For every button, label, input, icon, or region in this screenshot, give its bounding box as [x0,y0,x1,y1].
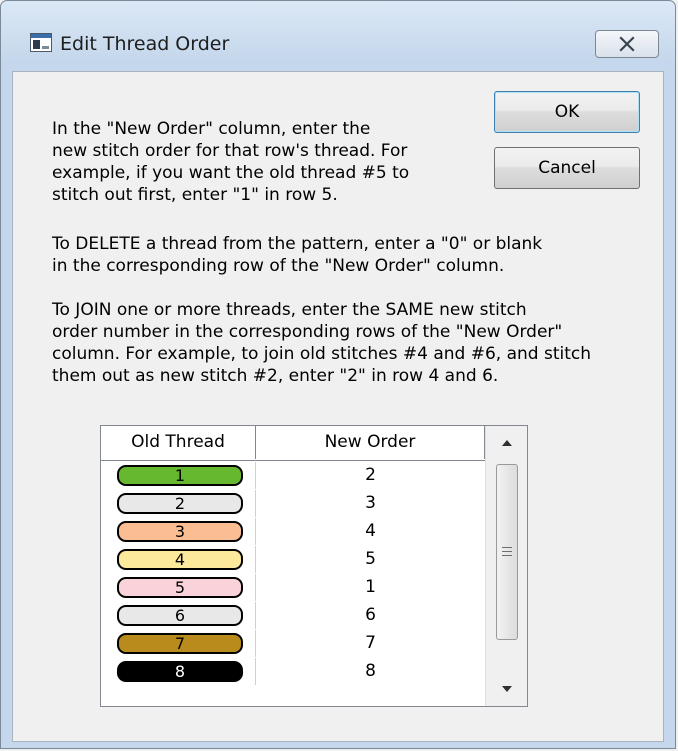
old-thread-cell: 8 [101,658,256,685]
old-thread-cell: 3 [101,518,256,545]
column-header-old-thread[interactable]: Old Thread [101,426,256,459]
thread-color-swatch: 2 [117,493,243,514]
table-row[interactable]: 88 [101,658,497,685]
column-header-new-order[interactable]: New Order [256,426,485,459]
close-icon [619,36,635,52]
table-row[interactable]: 66 [101,602,497,629]
instruction-line: stitch out first, enter "1" in row 5. [52,185,338,205]
instruction-paragraph-3: To JOIN one or more threads, enter the S… [52,299,591,387]
instruction-line: new stitch order for that row's thread. … [52,141,408,161]
scroll-up-button[interactable] [486,428,527,458]
thread-color-swatch: 8 [117,661,243,682]
window-title: Edit Thread Order [60,33,230,55]
vertical-scrollbar[interactable] [485,426,527,706]
table-row[interactable]: 23 [101,490,497,517]
ok-button[interactable]: OK [494,91,640,133]
old-thread-cell: 4 [101,546,256,573]
scroll-up-arrow-icon [501,440,512,446]
scrollbar-thumb[interactable] [496,464,518,640]
thumb-grip-line [502,555,512,556]
old-thread-cell: 2 [101,490,256,517]
thumb-grip-line [502,551,512,552]
thread-color-swatch: 4 [117,549,243,570]
instruction-line: example, if you want the old thread #5 t… [52,163,410,183]
new-order-cell[interactable]: 2 [256,462,485,489]
new-order-cell[interactable]: 4 [256,518,485,545]
table-row[interactable]: 51 [101,574,497,601]
thread-color-swatch: 6 [117,605,243,626]
instruction-line: column. For example, to join old stitche… [52,344,592,364]
window-app-icon [30,33,52,52]
scroll-down-button[interactable] [486,674,527,704]
cancel-button[interactable]: Cancel [494,147,640,189]
instruction-line: order number in the corresponding rows o… [52,322,563,342]
instruction-line: In the "New Order" column, enter the [52,119,371,139]
new-order-cell[interactable]: 3 [256,490,485,517]
instruction-line: To DELETE a thread from the pattern, ent… [52,234,543,254]
thread-order-table: Old Thread New Order 1223344551667788 [100,425,528,707]
new-order-cell[interactable]: 1 [256,574,485,601]
table-header: Old Thread New Order [101,426,527,461]
table-row[interactable]: 34 [101,518,497,545]
new-order-cell[interactable]: 8 [256,658,485,685]
instruction-line: them out as new stitch #2, enter "2" in … [52,366,499,386]
old-thread-cell: 7 [101,630,256,657]
instruction-line: To JOIN one or more threads, enter the S… [52,300,527,320]
instruction-paragraph-1: In the "New Order" column, enter the new… [52,118,409,206]
old-thread-cell: 6 [101,602,256,629]
thumb-grip-line [502,547,512,548]
thread-color-swatch: 7 [117,633,243,654]
thread-color-swatch: 1 [117,465,243,486]
thread-color-swatch: 5 [117,577,243,598]
table-row[interactable]: 12 [101,462,497,489]
thread-color-swatch: 3 [117,521,243,542]
new-order-cell[interactable]: 6 [256,602,485,629]
old-thread-cell: 1 [101,462,256,489]
old-thread-cell: 5 [101,574,256,601]
instruction-paragraph-2: To DELETE a thread from the pattern, ent… [52,233,542,277]
new-order-cell[interactable]: 5 [256,546,485,573]
new-order-cell[interactable]: 7 [256,630,485,657]
table-row[interactable]: 45 [101,546,497,573]
instruction-line: in the corresponding row of the "New Ord… [52,256,505,276]
table-row[interactable]: 77 [101,630,497,657]
title-bar[interactable] [1,1,675,35]
scroll-down-arrow-icon [501,686,512,692]
close-button[interactable] [595,30,659,58]
